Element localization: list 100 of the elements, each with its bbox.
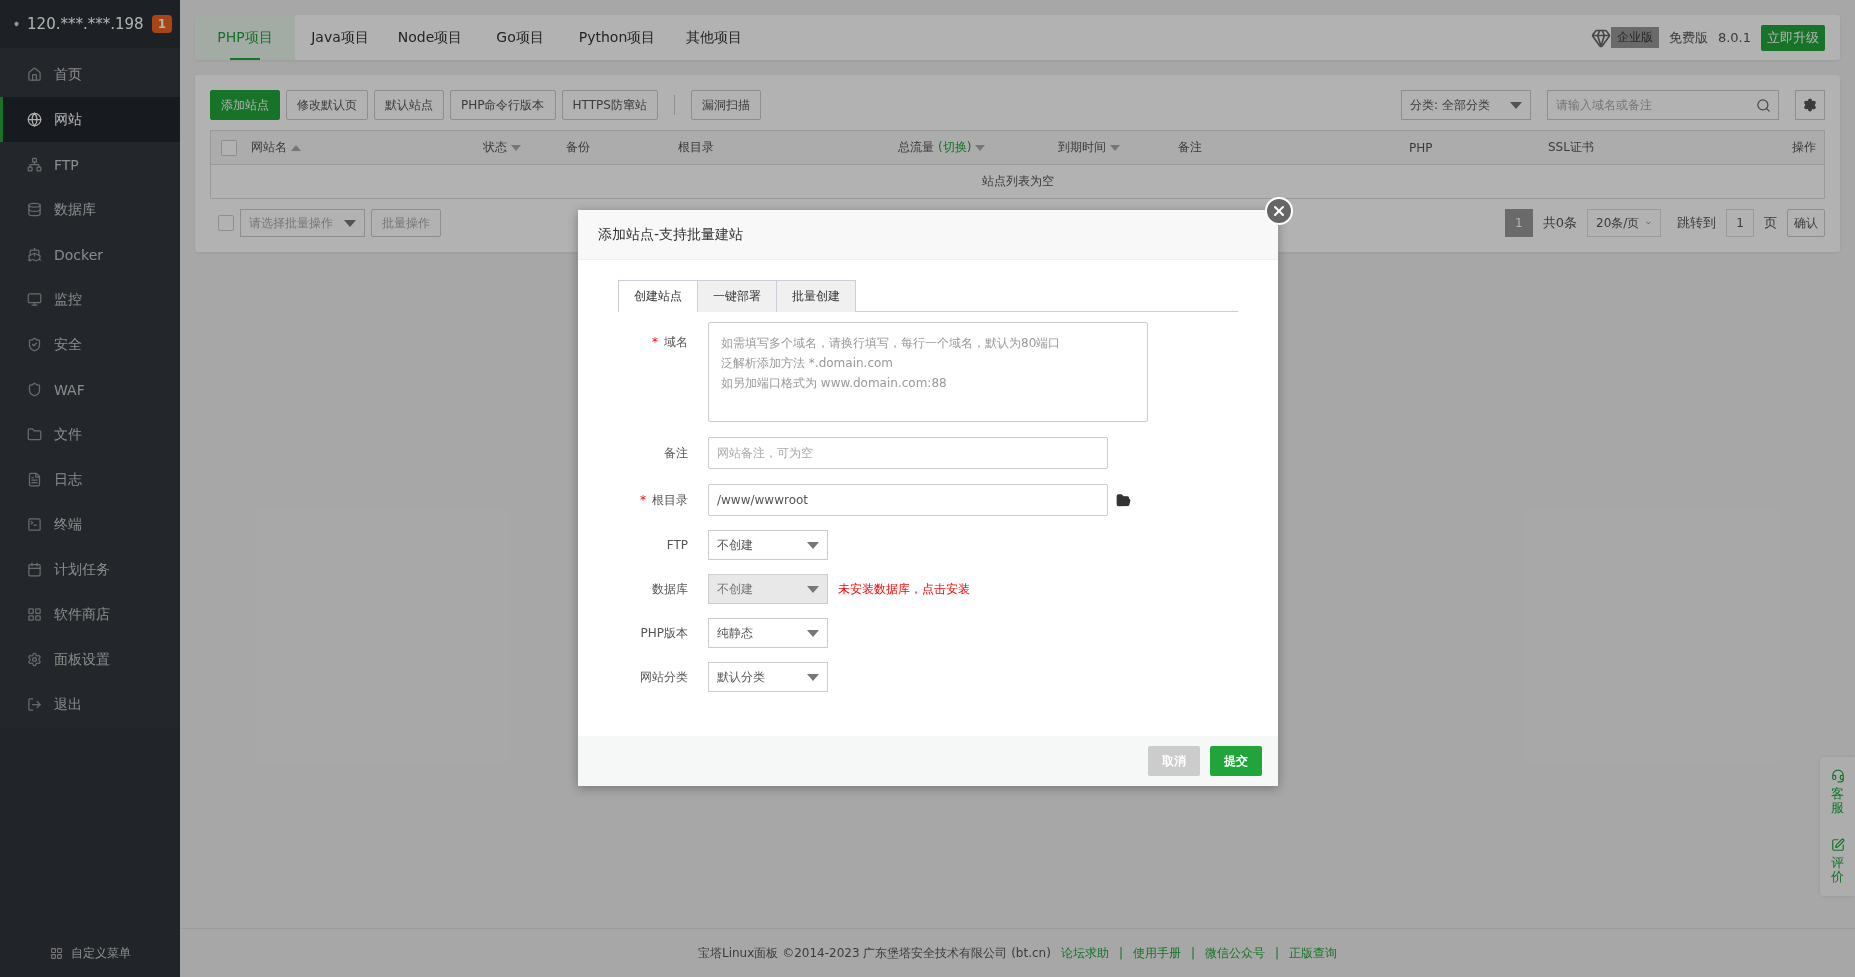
page-input[interactable]: 1	[1726, 209, 1754, 237]
sort-descending-icon[interactable]	[975, 144, 986, 151]
gear-icon	[1803, 98, 1817, 112]
sidebar-item[interactable]: Docker	[0, 232, 180, 277]
search-icon[interactable]	[1756, 98, 1771, 113]
sidebar-item[interactable]: 安全	[0, 322, 180, 367]
column-header: 总流量 (切换)	[898, 139, 1058, 156]
select-all-checkbox[interactable]	[221, 139, 237, 156]
select-field[interactable]: 默认分类	[708, 662, 828, 692]
settings-button[interactable]	[1795, 90, 1825, 120]
link-separator: |	[1190, 946, 1195, 960]
enterprise-tag: 企业版	[1610, 27, 1659, 48]
home-icon	[27, 67, 42, 82]
footer-link[interactable]: 微信公众号	[1204, 944, 1265, 962]
caret-icon	[807, 673, 819, 681]
custom-menu-link[interactable]: 自定义菜单	[70, 944, 131, 962]
edition-label: 免费版	[1668, 28, 1708, 47]
scan-button[interactable]: 漏洞扫描	[690, 90, 761, 120]
project-tab[interactable]: 其他项目	[669, 15, 759, 60]
sidebar-item[interactable]: WAF	[0, 367, 180, 412]
logout-icon	[27, 697, 42, 712]
page-size-select[interactable]: 20条/页	[1587, 209, 1661, 237]
grid-icon	[27, 607, 42, 622]
select-field[interactable]: 纯静态	[708, 618, 828, 648]
sidebar-item[interactable]: 退出	[0, 682, 180, 727]
sidebar-item[interactable]: 计划任务	[0, 547, 180, 592]
dialog-tab[interactable]: 一键部署	[698, 280, 777, 312]
copyright-text: 宝塔Linux面板 ©2014-2023 广东堡塔安全技术有限公司 (bt.cn)	[698, 944, 1051, 962]
sidebar-item[interactable]: 监控	[0, 277, 180, 322]
caret-icon	[807, 585, 819, 593]
globe-icon	[27, 112, 42, 127]
column-header: 根目录	[678, 139, 715, 156]
submit-button[interactable]: 提交	[1210, 746, 1262, 776]
toolbar-button[interactable]: PHP命令行版本	[450, 90, 556, 120]
select-field[interactable]: 不创建	[708, 530, 828, 560]
sidebar-item[interactable]: 首页	[0, 52, 180, 97]
project-tab[interactable]: PHP项目	[195, 15, 295, 60]
column-header: 状态	[483, 139, 566, 156]
column-header: 到期时间	[1058, 139, 1178, 156]
jump-label: 跳转到	[1676, 214, 1717, 232]
feedback-item[interactable]: 评价	[1830, 837, 1845, 885]
toolbar-button[interactable]: 添加站点	[210, 90, 280, 120]
sidebar-item[interactable]: 终端	[0, 502, 180, 547]
upgrade-button[interactable]: 立即升级	[1761, 24, 1825, 51]
field-label: PHP版本	[639, 624, 689, 642]
dialog-title: 添加站点-支持批量建站	[598, 225, 744, 244]
column-header: 备份	[566, 139, 591, 156]
sort-descending-icon[interactable]	[1110, 144, 1120, 151]
project-tab[interactable]: Python项目	[565, 15, 669, 60]
domain-field[interactable]: 如需填写多个域名，请换行填写，每行一个域名，默认为80端口 泛解析添加方法 *.domain.com 如另加端口格式为 www.domain.com:88	[708, 322, 1148, 422]
project-tab[interactable]: Go项目	[475, 15, 565, 60]
diamond-icon	[1590, 27, 1611, 48]
path-field[interactable]: /www/wwwroot	[708, 484, 1108, 516]
caret-icon	[344, 219, 356, 227]
project-tab[interactable]: Java项目	[295, 15, 385, 60]
footer-link[interactable]: 论坛求助	[1060, 944, 1109, 962]
sidebar-item[interactable]: 网站	[0, 97, 180, 142]
dialog-tab[interactable]: 批量创建	[777, 280, 856, 312]
empty-message: 站点列表为空	[981, 173, 1054, 190]
sort-ascending-icon[interactable]	[291, 144, 301, 151]
toolbar-button[interactable]: HTTPS防窜站	[561, 90, 658, 120]
input-field[interactable]: 网站备注，可为空	[708, 437, 1108, 469]
sidebar-item[interactable]: 日志	[0, 457, 180, 502]
sidebar-item[interactable]: 面板设置	[0, 637, 180, 682]
sort-descending-icon[interactable]	[511, 144, 521, 151]
page-number[interactable]: 1	[1504, 209, 1533, 237]
support-item[interactable]: 客服	[1830, 769, 1845, 816]
folder-icon	[27, 427, 42, 442]
calendar-icon	[27, 562, 42, 577]
version-number: 8.0.1	[1717, 30, 1751, 45]
toolbar-button[interactable]: 修改默认页	[286, 90, 368, 120]
toggle-link[interactable]: (切换)	[938, 139, 972, 156]
sidebar-item[interactable]: 文件	[0, 412, 180, 457]
sidebar-item[interactable]: 数据库	[0, 187, 180, 232]
confirm-button[interactable]: 确认	[1787, 209, 1825, 237]
category-select[interactable]: 分类: 全部分类	[1401, 90, 1531, 120]
grid-icon	[49, 946, 63, 960]
sidebar-item[interactable]: FTP	[0, 142, 180, 187]
caret-icon	[807, 629, 819, 637]
row-checkbox[interactable]	[218, 215, 234, 231]
headset-icon	[1830, 769, 1845, 783]
link-separator: |	[1274, 946, 1279, 960]
server-address: 120.***.***.198	[27, 15, 144, 33]
field-label: * 域名	[651, 334, 689, 351]
network-icon	[27, 157, 42, 172]
footer-link[interactable]: 使用手册	[1132, 944, 1181, 962]
project-tab[interactable]: Node项目	[385, 15, 475, 60]
footer-link[interactable]: 正版查询	[1289, 944, 1337, 962]
close-icon	[1271, 203, 1287, 219]
dialog-tab[interactable]: 创建站点	[618, 280, 698, 312]
edit-icon	[1830, 837, 1845, 852]
toolbar-button[interactable]: 默认站点	[374, 90, 444, 120]
settings-icon	[27, 652, 42, 667]
widget-label: 客服	[1831, 787, 1844, 816]
notification-badge[interactable]: 1	[151, 15, 172, 33]
field-label: 网站分类	[639, 668, 689, 686]
sidebar-item[interactable]: 软件商店	[0, 592, 180, 637]
column-header: PHP	[1409, 140, 1434, 155]
widget-label: 评价	[1831, 855, 1844, 885]
folder-icon[interactable]	[1116, 492, 1131, 508]
